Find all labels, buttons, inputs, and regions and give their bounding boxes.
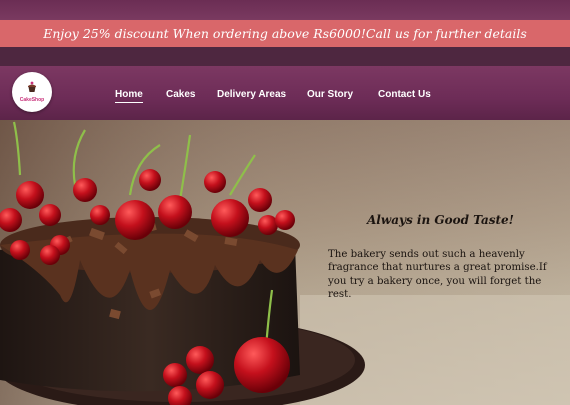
promo-banner: Enjoy 25% discount When ordering above R… [0, 20, 570, 47]
logo[interactable]: CakeShop [12, 72, 52, 112]
nav-our-story[interactable]: Our Story [307, 89, 353, 100]
nav-home[interactable]: Home [115, 89, 143, 103]
hero-tagline: Always in Good Taste! [367, 213, 514, 227]
promo-text: Enjoy 25% discount When ordering above R… [43, 26, 527, 41]
navigation-bar: CakeShop Home Cakes Delivery Areas Our S… [0, 66, 570, 120]
hero-description: The bakery sends out such a heavenly fra… [328, 249, 547, 300]
hero-section: Always in Good Taste! The bakery sends o… [0, 120, 570, 405]
nav-contact-us[interactable]: Contact Us [378, 89, 431, 100]
nav-cakes[interactable]: Cakes [166, 89, 195, 100]
top-strip [0, 0, 570, 20]
cake-icon [28, 81, 36, 92]
header-divider [0, 47, 570, 66]
nav-delivery-areas[interactable]: Delivery Areas [217, 89, 286, 100]
logo-text: CakeShop [19, 97, 45, 103]
